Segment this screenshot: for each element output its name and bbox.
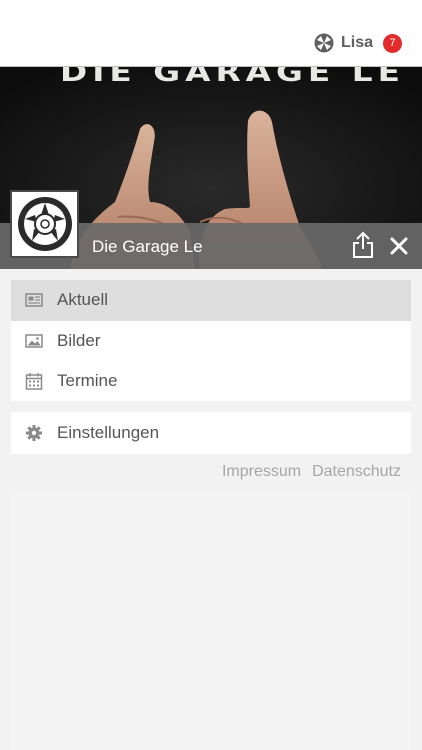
menu-item-bilder[interactable]: Bilder — [11, 321, 411, 362]
menu-item-einstellungen[interactable]: Einstellungen — [11, 412, 411, 454]
menu-item-aktuell[interactable]: Aktuell — [11, 280, 411, 321]
wheel-logo-icon — [17, 197, 72, 251]
close-icon[interactable] — [389, 236, 409, 256]
banner-text: DIE GARAGE LE — [60, 67, 405, 88]
user-menu[interactable]: Lisa 7 — [314, 33, 402, 53]
datenschutz-link[interactable]: Datenschutz — [312, 463, 401, 481]
group-logo — [10, 190, 79, 258]
menu-item-label: Einstellungen — [57, 423, 160, 442]
menu-item-label: Bilder — [57, 330, 101, 350]
group-title: Die Garage Le — [92, 237, 203, 256]
gear-icon — [26, 425, 42, 441]
footer-links: Impressum Datenschutz — [222, 463, 401, 481]
image-icon — [25, 334, 43, 348]
navigation-menu: Aktuell Bilder Termine — [11, 280, 411, 401]
impressum-link[interactable]: Impressum — [222, 463, 301, 481]
calendar-icon — [25, 373, 43, 390]
empty-panel — [11, 492, 411, 750]
user-name: Lisa — [340, 34, 373, 51]
menu-item-label: Aktuell — [57, 290, 109, 310]
share-icon[interactable] — [352, 231, 374, 259]
top-bar: Lisa 7 — [0, 0, 422, 67]
menu-item-termine[interactable]: Termine — [11, 361, 411, 402]
settings-menu: Einstellungen — [11, 412, 411, 454]
notification-badge[interactable]: 7 — [383, 33, 402, 53]
newspaper-icon — [25, 293, 43, 307]
menu-item-label: Termine — [57, 371, 118, 391]
app-logo-icon — [314, 33, 334, 53]
